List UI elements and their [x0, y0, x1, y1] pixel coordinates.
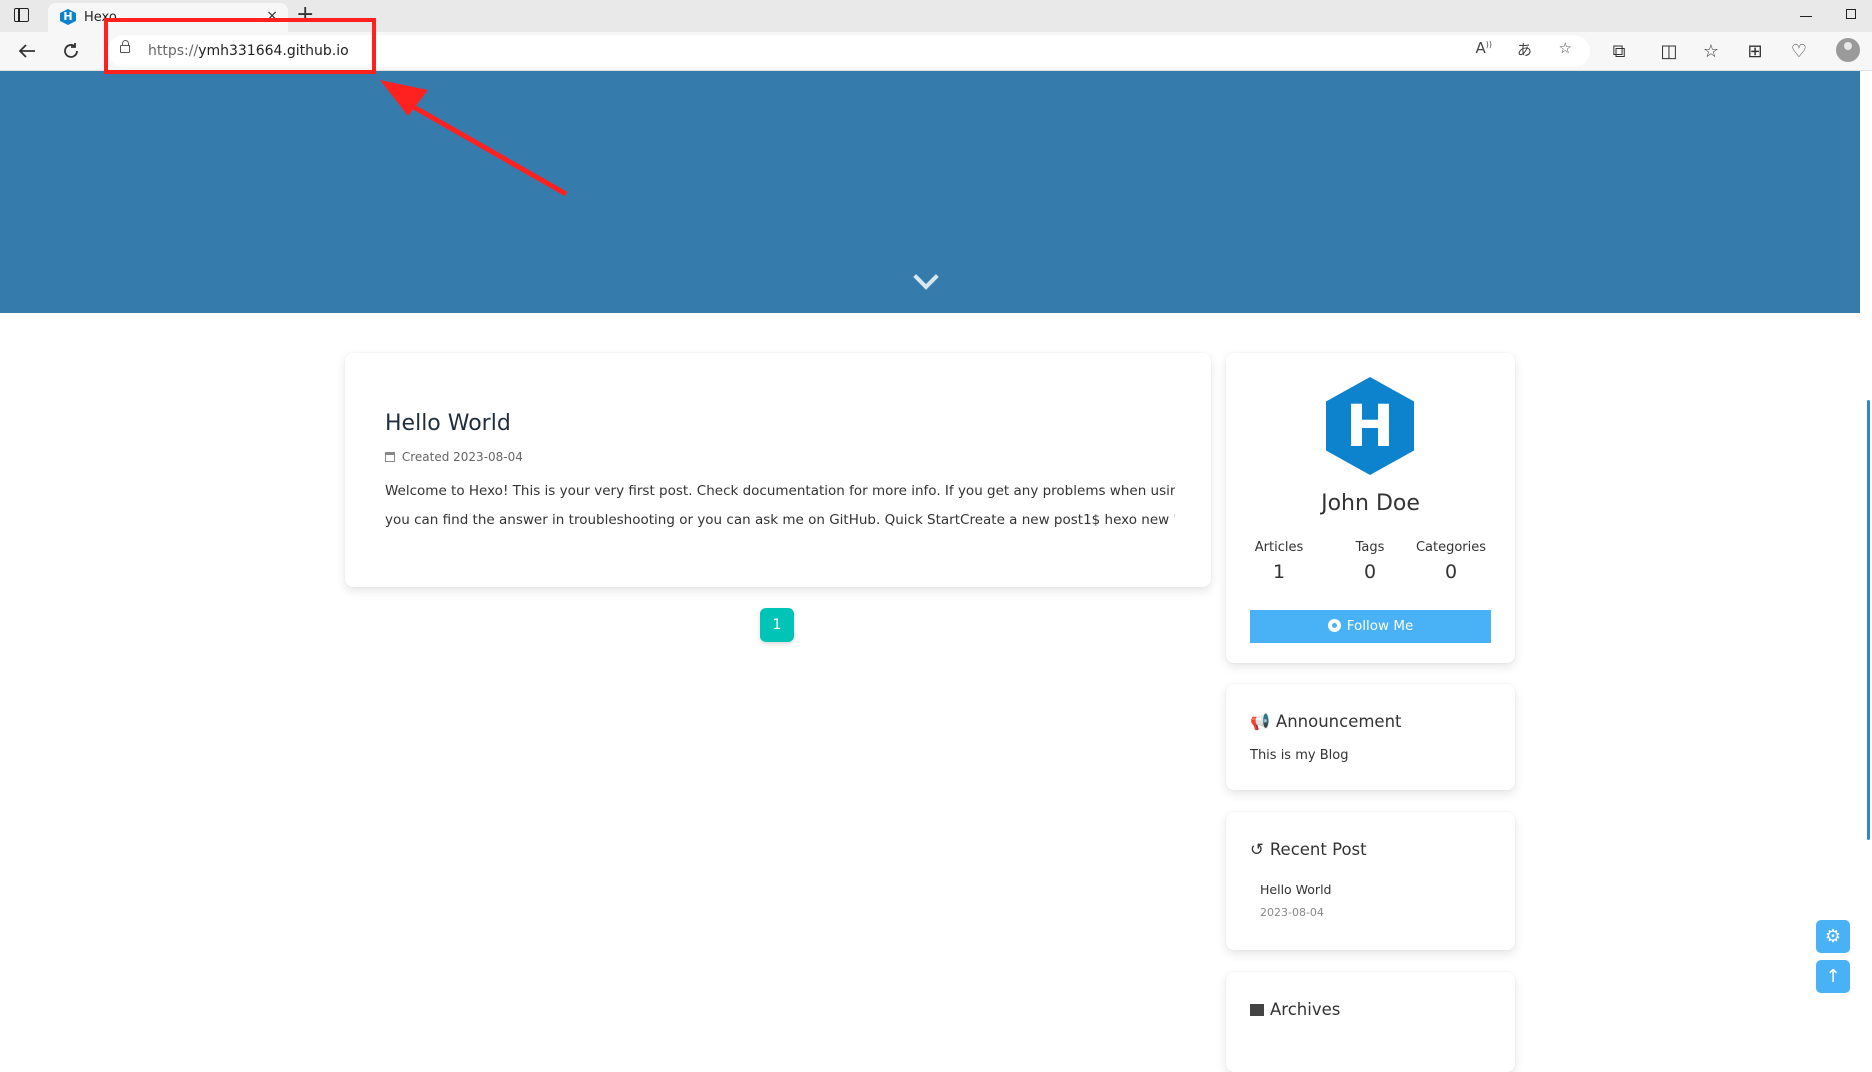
follow-me-button[interactable]: Follow Me: [1250, 610, 1491, 643]
stat-articles[interactable]: Articles 1: [1239, 540, 1319, 583]
post-date: 2023-08-04: [453, 450, 523, 464]
author-card: H John Doe Articles 1 Tags 0 Categories …: [1226, 353, 1515, 663]
annotation-highlight-box: [104, 18, 376, 74]
back-icon[interactable]: [14, 38, 40, 64]
archives-card: Archives: [1226, 972, 1515, 1072]
refresh-icon[interactable]: [58, 38, 84, 64]
sidebar-toggle-icon[interactable]: [14, 8, 29, 22]
favorites-icon[interactable]: ☆: [1698, 38, 1724, 64]
follow-me-label: Follow Me: [1346, 618, 1414, 634]
post-title[interactable]: Hello World: [385, 411, 511, 436]
minimize-icon[interactable]: [1800, 16, 1812, 18]
announcement-text: This is my Blog: [1250, 748, 1349, 763]
announcement-title: 📢 Announcement: [1250, 712, 1402, 731]
history-icon: ↺: [1250, 840, 1264, 859]
post-meta-label: Created: [401, 450, 450, 464]
post-excerpt: Welcome to Hexo! This is your very first…: [385, 477, 1175, 535]
stat-count: 0: [1363, 561, 1377, 583]
calendar-icon: [385, 452, 395, 462]
stat-label: Articles: [1254, 540, 1304, 555]
recent-post-title: ↺ Recent Post: [1250, 840, 1367, 859]
author-avatar: H: [1326, 377, 1414, 475]
read-aloud-icon[interactable]: A)): [1475, 39, 1492, 57]
archives-title: Archives: [1250, 1000, 1340, 1019]
hexo-favicon-icon: H: [60, 9, 76, 25]
recent-post-item-title[interactable]: Hello World: [1260, 882, 1331, 897]
stat-count: 0: [1444, 561, 1458, 583]
stat-count: 1: [1272, 561, 1286, 583]
post-excerpt-line: Welcome to Hexo! This is your very first…: [385, 483, 1175, 499]
github-icon: [1327, 619, 1341, 632]
page-scrollbar[interactable]: [1867, 400, 1870, 840]
post-excerpt-line: you can find the answer in troubleshooti…: [385, 512, 1175, 528]
collections-icon[interactable]: ⊞: [1742, 38, 1768, 64]
favorite-star-icon[interactable]: ☆: [1559, 39, 1572, 57]
recent-post-card: ↺ Recent Post Hello World 2023-08-04: [1226, 812, 1515, 950]
pagination-current-page[interactable]: 1: [760, 608, 794, 642]
post-card: Hello World Created 2023-08-04 Welcome t…: [345, 353, 1211, 587]
announcement-card: 📢 Announcement This is my Blog: [1226, 684, 1515, 790]
extensions-icon[interactable]: ⧉: [1606, 38, 1632, 64]
archive-box-icon: [1250, 1004, 1264, 1016]
megaphone-icon: 📢: [1250, 712, 1270, 731]
translate-icon[interactable]: あ: [1517, 39, 1532, 60]
settings-gear-button[interactable]: ⚙: [1816, 920, 1850, 953]
split-screen-icon[interactable]: ◫: [1656, 38, 1682, 64]
author-name: John Doe: [1321, 491, 1420, 516]
profile-avatar-icon[interactable]: [1836, 38, 1860, 62]
back-to-top-button[interactable]: ↑: [1816, 960, 1850, 993]
post-meta: Created 2023-08-04: [385, 450, 523, 464]
stat-label: Tags: [1355, 540, 1385, 555]
stat-label: Categories: [1415, 540, 1487, 555]
restore-icon[interactable]: [1846, 9, 1856, 19]
stat-categories[interactable]: Categories 0: [1411, 540, 1491, 583]
browser-essentials-icon[interactable]: ♡: [1786, 38, 1812, 64]
stat-tags[interactable]: Tags 0: [1330, 540, 1410, 583]
recent-post-item-date: 2023-08-04: [1260, 906, 1324, 919]
